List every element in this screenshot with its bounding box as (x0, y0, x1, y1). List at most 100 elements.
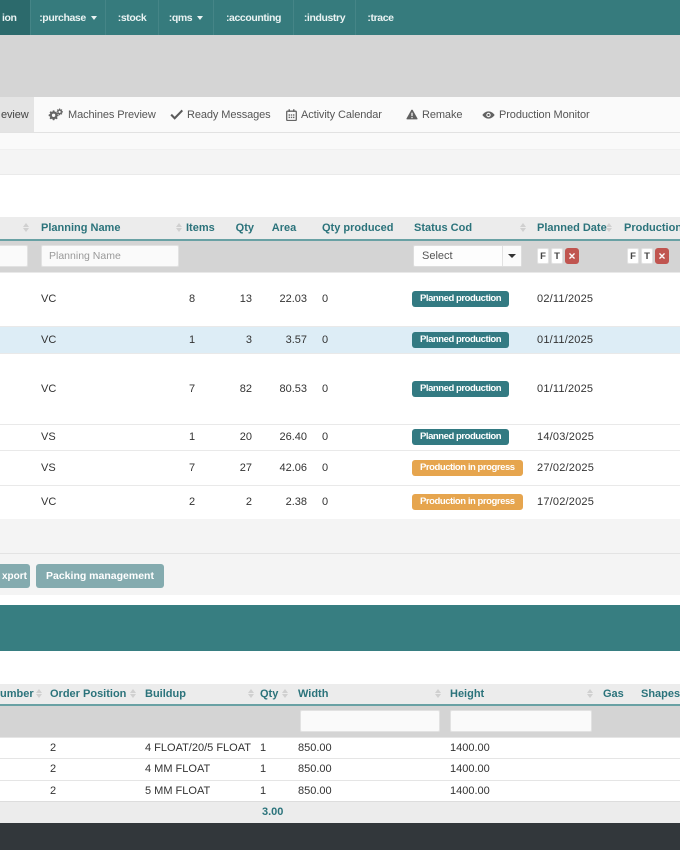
panel-padding (0, 175, 680, 217)
sort-icon (176, 223, 182, 232)
column-header-planned-date[interactable]: Planned Date (530, 217, 616, 241)
tab-ready-messages[interactable]: Ready Messages (155, 97, 272, 132)
items-cell: 8 (186, 271, 228, 326)
table-row[interactable]: VC 7 82 80.53 0 Planned production 01/11… (0, 352, 680, 424)
nav-item-stock[interactable]: :stock (105, 0, 158, 35)
qty-cell: 27 (228, 449, 258, 485)
buildup-cell: 5 MM FLOAT (140, 779, 258, 801)
width-filter-input[interactable] (300, 710, 440, 733)
column-header-qty-produced[interactable]: Qty produced (310, 217, 400, 241)
empty-cell (0, 271, 33, 326)
items-cell: 1 (186, 325, 228, 353)
height-filter-input[interactable] (450, 710, 592, 733)
empty-cell (628, 779, 680, 801)
nav-item-accounting[interactable]: :accounting (213, 0, 293, 35)
items-cell: 7 (186, 449, 228, 485)
tab-label: Production Monitor (499, 108, 590, 121)
empty-cell (597, 757, 628, 780)
column-header-qty[interactable]: Qty (228, 217, 258, 241)
planned-date-from-button[interactable]: F (537, 248, 549, 265)
nav-item-purchase[interactable]: :purchase (30, 0, 105, 35)
empty-cell (258, 240, 310, 272)
nav-item-label: :purchase (39, 11, 86, 24)
tab-remake[interactable]: Remake (390, 97, 468, 132)
column-header-width[interactable]: Width (292, 684, 445, 706)
column-header-shapes[interactable]: Shapes (628, 684, 680, 706)
nav-item-label: :accounting (225, 11, 282, 24)
production-from-button[interactable]: F (627, 248, 639, 265)
production-clear-button[interactable] (655, 248, 669, 265)
clear-x-icon (659, 253, 665, 260)
status-cell: Planned production (400, 352, 530, 424)
packing-management-button[interactable]: Packing management (36, 564, 164, 588)
table-row-selected[interactable]: VC 1 3 3.57 0 Planned production 01/11/2… (0, 325, 680, 353)
column-header-gas[interactable]: Gas (597, 684, 628, 706)
sort-icon (130, 689, 136, 698)
status-select[interactable]: Select (413, 245, 522, 268)
nav-item-production[interactable]: ion (0, 0, 30, 35)
planning-table-header-row: Planning Name Items Qty Area Qty produce… (0, 217, 680, 241)
column-header-buildup[interactable]: Buildup (140, 684, 258, 706)
column-header-order-position[interactable]: Order Position (46, 684, 140, 706)
planning-name-cell: VS (33, 449, 186, 485)
empty-cell (628, 800, 680, 823)
tab-label: Machines Preview (68, 108, 156, 121)
filter-input-cut[interactable] (0, 245, 28, 268)
table-row[interactable]: VC 2 2 2.38 0 Production in progress 17/… (0, 484, 680, 519)
status-badge: Production in progress (412, 459, 523, 476)
table-row[interactable]: VS 7 27 42.06 0 Production in progress 2… (0, 449, 680, 485)
chevron-down-icon (90, 16, 97, 20)
column-header-height[interactable]: Height (445, 684, 597, 706)
column-header-number[interactable]: umber (0, 684, 46, 706)
column-header-production[interactable]: Production (616, 217, 680, 241)
column-header-status-cod[interactable]: Status Cod (400, 217, 530, 241)
tab-label: Remake (422, 108, 463, 121)
empty-cell (628, 705, 680, 737)
planned-date-clear-button[interactable] (565, 248, 579, 265)
planning-table: Planning Name Items Qty Area Qty produce… (0, 217, 680, 519)
qty-cell: 1 (258, 736, 292, 758)
column-header-items[interactable]: Items (186, 217, 228, 241)
production-to-button[interactable]: T (641, 248, 653, 265)
column-header-qty[interactable]: Qty (258, 684, 292, 706)
empty-cell (0, 757, 46, 780)
nav-item-qms[interactable]: :qms (158, 0, 213, 35)
column-header-planning-name[interactable]: Planning Name (33, 217, 186, 241)
planning-name-filter-input[interactable] (41, 245, 179, 268)
nav-item-industry[interactable]: :industry (293, 0, 355, 35)
table-row[interactable]: 2 4 MM FLOAT 1 850.00 1400.00 (0, 757, 680, 780)
status-badge: Planned production (412, 380, 510, 397)
empty-cell (616, 484, 680, 519)
tab-production-monitor[interactable]: Production Monitor (468, 97, 596, 132)
glass-filter-row (0, 705, 680, 737)
items-cell: 7 (186, 352, 228, 424)
empty-cell (628, 736, 680, 758)
filter-cell (33, 240, 186, 272)
planning-name-cell: VC (33, 325, 186, 353)
section-gap (0, 595, 680, 605)
tab-bar: eview Machines Preview Ready Messages Ac… (0, 97, 680, 133)
nav-item-trace[interactable]: :trace (355, 0, 405, 35)
empty-cell (46, 800, 140, 823)
qty-cell: 82 (228, 352, 258, 424)
area-cell: 42.06 (258, 449, 310, 485)
glass-table-container: umber Order Position Buildup Qty Width H… (0, 684, 680, 823)
empty-cell (0, 736, 46, 758)
qty-total: 3.00 (258, 800, 292, 823)
qty-produced-cell: 0 (310, 352, 400, 424)
export-button[interactable]: xport (0, 564, 30, 588)
table-row[interactable]: 2 5 MM FLOAT 1 850.00 1400.00 (0, 779, 680, 801)
table-row[interactable]: VC 8 13 22.03 0 Planned production 02/11… (0, 271, 680, 326)
nav-item-label: :stock (117, 11, 147, 24)
tab-machines-preview[interactable]: Machines Preview (34, 97, 156, 132)
tab-activity-calendar[interactable]: Activity Calendar (272, 97, 390, 132)
planned-date-to-button[interactable]: T (551, 248, 563, 265)
qty-produced-cell: 0 (310, 423, 400, 450)
column-header-cut[interactable] (0, 217, 33, 241)
tab-preview[interactable]: eview (0, 97, 34, 132)
column-header-area[interactable]: Area (258, 217, 310, 241)
status-cell: Planned production (400, 423, 530, 450)
select-dropdown-button[interactable] (502, 246, 521, 267)
table-row[interactable]: 2 4 FLOAT/20/5 FLOAT 1 850.00 1400.00 (0, 736, 680, 758)
table-row[interactable]: VS 1 20 26.40 0 Planned production 14/03… (0, 423, 680, 450)
